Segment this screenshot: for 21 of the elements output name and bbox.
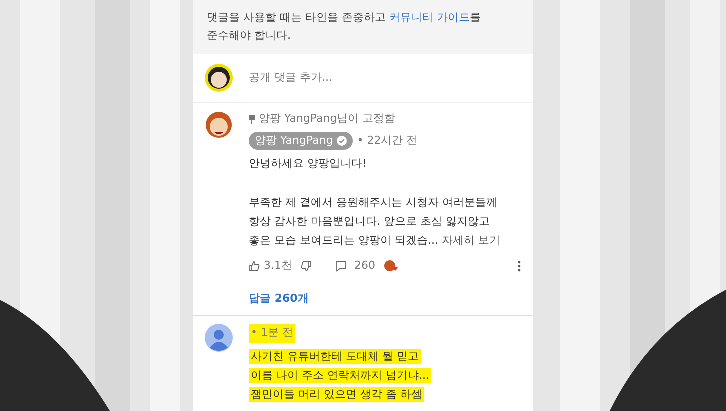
- avatar-icon: [205, 324, 233, 352]
- reply-icon[interactable]: [336, 261, 346, 272]
- replies-button[interactable]: 답글 260개: [249, 290, 309, 308]
- like-count: 3.1천: [264, 258, 292, 274]
- avatar-icon: [205, 64, 233, 92]
- guidelines-notice: 댓글을 사용할 때는 타인을 존중하고 커뮤니티 가이드를 준수해야 합니다.: [193, 0, 533, 54]
- guidelines-link[interactable]: 커뮤니티 가이드: [389, 11, 470, 24]
- pin-icon: [249, 114, 255, 124]
- avatar-icon: [205, 111, 233, 140]
- pinned-label: 양팡 YangPang님이 고정함: [259, 111, 396, 128]
- comment-time: • 22시간 전: [357, 132, 418, 149]
- comment-text: 안녕하세요 양팡입니다! 부족한 제 곁에서 응원해주시는 시청자 여러분들께 항상 감사한 마음뿐입니다. 앞으로 초심 잃지않고 좋은 모습 보여드리는 양팡이 되겠습... 자세히 보기: [249, 156, 502, 250]
- comment-time: • 1분 전: [249, 324, 296, 343]
- more-options-icon[interactable]: [518, 261, 521, 272]
- comment-text: 사기친 유튜버한테 도대체 뭘 믿고 이름 나이 주소 연락처까지 넘기냐... 잼민이들 머리 있으면 생각 좀 하셈: [249, 348, 432, 404]
- dislike-icon[interactable]: [300, 261, 312, 272]
- reply-count: 260: [354, 258, 376, 274]
- author-badge[interactable]: 양팡 YangPang: [249, 132, 354, 150]
- read-more-link[interactable]: 자세히 보기: [442, 234, 500, 248]
- like-icon[interactable]: [249, 261, 260, 272]
- comment-input[interactable]: 공개 댓글 추가...: [249, 70, 521, 86]
